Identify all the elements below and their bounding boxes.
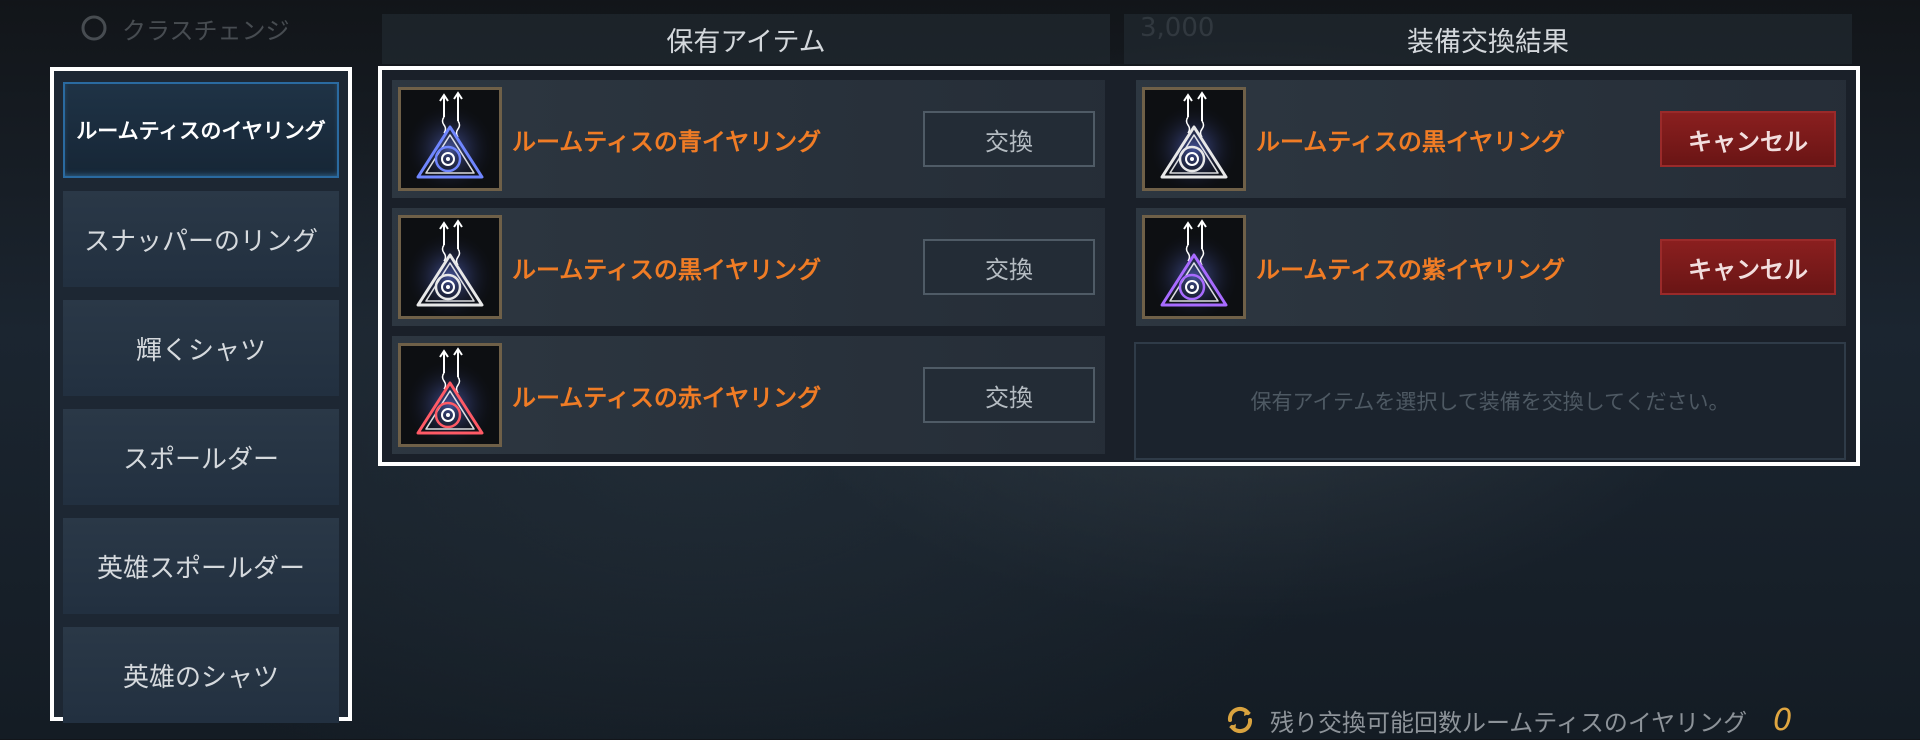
item-name: ルームティスの赤イヤリング [512,383,822,412]
result-item-row: ルームティスの紫イヤリング キャンセル [1136,208,1846,326]
sidebar-item-hero-spaulder[interactable]: 英雄スポールダー [63,518,339,614]
earring-icon [398,343,502,447]
item-name: ルームティスの青イヤリング [512,127,822,156]
sidebar-item-label: 輝くシャツ [135,335,266,366]
earring-icon [1142,215,1246,319]
exchange-result-header: 装備交換結果 [1124,14,1852,64]
earring-icon [1142,87,1246,191]
sidebar-item-label: ルームティスのイヤリング [76,119,326,143]
sidebar-item-label: 英雄スポールダー [96,553,305,584]
sidebar-item-label: スポールダー [122,444,279,475]
earring-icon [398,215,502,319]
owned-items-header: 保有アイテム [382,14,1110,64]
sidebar-item-snapper-ring[interactable]: スナッパーのリング [63,191,339,287]
result-item-row: ルームティスの黒イヤリング キャンセル [1136,80,1846,198]
remaining-count-label: 残り交換可能回数ルームティスのイヤリング [1270,708,1748,737]
sidebar-item-spaulder[interactable]: スポールダー [63,409,339,505]
exchange-button[interactable]: 交換 [923,367,1095,423]
item-name: ルームティスの黒イヤリング [1256,127,1566,156]
sidebar-item-shining-shirt[interactable]: 輝くシャツ [63,300,339,396]
owned-item-row[interactable]: ルームティスの黒イヤリング 交換 [392,208,1105,326]
sync-icon [81,15,107,41]
refresh-icon [1227,706,1253,734]
empty-result-slot: 保有アイテムを選択して装備を交換してください。 [1134,342,1846,460]
exchange-button[interactable]: 交換 [923,111,1095,167]
cancel-button[interactable]: キャンセル [1660,111,1836,167]
remaining-count-value: 0 [1773,702,1793,738]
sidebar-item-label: 英雄のシャツ [122,662,279,693]
earring-icon [398,87,502,191]
cancel-button[interactable]: キャンセル [1660,239,1836,295]
remaining-count-bar: 残り交換可能回数ルームティスのイヤリング 0 [1222,700,1792,740]
owned-item-row[interactable]: ルームティスの青イヤリング 交換 [392,80,1105,198]
empty-slot-message: 保有アイテムを選択して装備を交換してください。 [1250,390,1730,414]
sidebar-item-label: スナッパーのリング [83,226,318,257]
owned-item-row[interactable]: ルームティスの赤イヤリング 交換 [392,336,1105,454]
exchange-panel: ルームティスの青イヤリング 交換 ルームティスの黒イヤリング 交換 ルームティス… [378,66,1860,466]
item-name: ルームティスの黒イヤリング [512,255,822,284]
sidebar-item-lumtis-earring[interactable]: ルームティスのイヤリング [63,82,339,178]
exchange-button[interactable]: 交換 [923,239,1095,295]
top-bar: クラスチェンジ [80,8,290,48]
category-sidebar: ルームティスのイヤリング スナッパーのリング 輝くシャツ スポールダー 英雄スポ… [50,67,352,723]
item-name: ルームティスの紫イヤリング [1256,255,1566,284]
sidebar-item-hero-shirt[interactable]: 英雄のシャツ [63,627,339,723]
top-bar-title: クラスチェンジ [122,16,290,45]
